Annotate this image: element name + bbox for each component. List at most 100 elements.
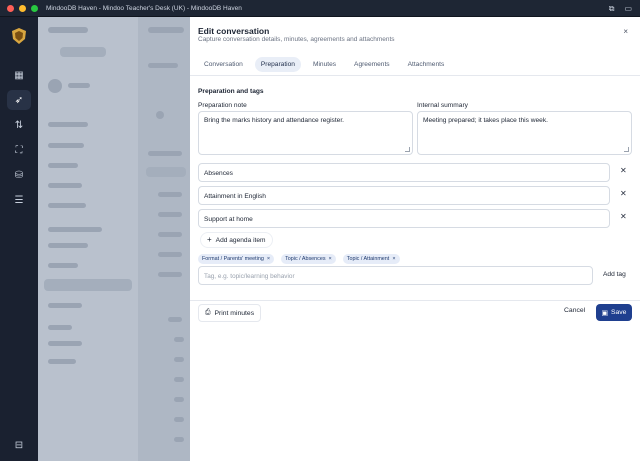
drawer-title: Edit conversation <box>198 26 270 36</box>
blur-block <box>158 232 182 237</box>
preparation-note-textarea[interactable]: Bring the marks history and attendance r… <box>198 111 413 155</box>
tag-chip: Topic / Attainment × <box>342 254 400 264</box>
footer-divider <box>190 300 640 301</box>
rail-item-database[interactable]: ⛁ <box>7 165 31 185</box>
blur-block <box>158 252 182 257</box>
tag-chip-label: Topic / Absences <box>285 256 326 262</box>
blur-block <box>158 212 182 217</box>
remove-tag-icon[interactable]: × <box>267 256 270 262</box>
rail-item-dashboard[interactable]: ▦ <box>7 65 31 85</box>
blur-block <box>148 63 178 68</box>
blur-block <box>48 325 72 330</box>
blur-block <box>48 359 76 364</box>
plus-icon: + <box>207 235 212 244</box>
remove-agenda-item-icon[interactable]: ✕ <box>620 189 627 199</box>
blur-block <box>174 357 184 362</box>
window-controls <box>7 4 38 12</box>
blur-block <box>146 167 186 177</box>
cancel-button[interactable]: Cancel <box>564 307 585 314</box>
save-label: Save <box>610 309 627 316</box>
internal-summary-label: Internal summary <box>417 102 468 109</box>
resize-handle-icon[interactable] <box>405 147 410 152</box>
print-minutes-label: Print minutes <box>214 309 255 317</box>
remove-tag-icon[interactable]: × <box>392 256 395 262</box>
sort-icon: ⇅ <box>14 119 24 131</box>
agenda-item-input[interactable]: Attainment in English <box>198 186 610 205</box>
print-minutes-button[interactable]: ⎙ Print minutes <box>198 304 262 322</box>
sliders-icon: ☰ <box>14 194 24 206</box>
blur-block <box>48 227 102 232</box>
database-icon: ⛁ <box>14 169 24 181</box>
rail-item-sort[interactable]: ⇅ <box>7 115 31 135</box>
agenda-item-input[interactable]: Absences <box>198 163 610 182</box>
blur-block <box>48 243 88 248</box>
blur-block <box>60 47 106 57</box>
scan-icon: ⛶ <box>15 144 23 156</box>
window-titlebar: MindooDB Haven - Mindoo Teacher's Desk (… <box>0 0 640 17</box>
app-logo-icon <box>12 28 26 44</box>
minimize-window-button[interactable] <box>19 4 26 12</box>
rail-item-launch[interactable]: ➶ <box>7 90 31 110</box>
blur-block <box>158 192 182 197</box>
blur-block <box>148 151 182 156</box>
add-agenda-item-label: Add agenda item <box>215 236 266 244</box>
internal-summary-textarea[interactable]: Meeting prepared; it takes place this we… <box>417 111 632 155</box>
close-icon[interactable]: × <box>623 27 628 37</box>
rail-item-collapse[interactable]: ⊟ <box>7 435 31 455</box>
tab-attachments[interactable]: Attachments <box>402 57 451 72</box>
blur-block <box>44 279 132 291</box>
panel-icon: ⊟ <box>14 439 24 451</box>
tab-preparation[interactable]: Preparation <box>254 57 301 72</box>
tag-list: Format / Parents' meeting × Topic / Abse… <box>198 254 400 264</box>
rocket-icon: ➶ <box>14 94 24 106</box>
blur-block <box>174 397 184 402</box>
window-title: MindooDB Haven - Mindoo Teacher's Desk (… <box>46 4 242 12</box>
blur-block <box>156 111 164 119</box>
save-icon: ▣ <box>601 309 608 317</box>
drawer-subtitle: Capture conversation details, minutes, a… <box>198 36 395 43</box>
blur-block <box>48 303 82 308</box>
blur-block <box>174 337 184 342</box>
tag-chip-label: Format / Parents' meeting <box>202 256 264 262</box>
resize-handle-icon[interactable] <box>624 147 629 152</box>
preparation-note-label: Preparation note <box>198 102 247 109</box>
blur-block <box>68 83 90 88</box>
blur-block <box>168 317 182 322</box>
tab-conversation[interactable]: Conversation <box>198 57 249 72</box>
remove-agenda-item-icon[interactable]: ✕ <box>620 212 627 222</box>
blur-block <box>48 203 86 208</box>
remove-tag-icon[interactable]: × <box>329 256 332 262</box>
tab-agreements[interactable]: Agreements <box>348 57 396 72</box>
blur-block <box>148 27 184 33</box>
blur-block <box>48 27 88 33</box>
blur-block <box>48 263 78 268</box>
nav-rail: ▦ ➶ ⇅ ⛶ ⛁ ☰ ⊟ <box>0 17 38 461</box>
blur-block <box>48 183 82 188</box>
add-agenda-item-button[interactable]: + Add agenda item <box>200 232 273 248</box>
zoom-window-button[interactable] <box>31 4 38 12</box>
save-button[interactable]: ▣ Save <box>596 304 632 321</box>
rail-item-scan[interactable]: ⛶ <box>7 140 31 160</box>
preparation-note-value: Bring the marks history and attendance r… <box>204 117 345 124</box>
tag-chip: Format / Parents' meeting × <box>198 254 275 264</box>
agenda-item-input[interactable]: Support at home <box>198 209 610 228</box>
section-title: Preparation and tags <box>198 88 264 95</box>
blur-block <box>48 122 88 127</box>
tag-input[interactable]: Tag, e.g. topic/learning behavior <box>198 266 593 285</box>
tabs-divider <box>190 75 640 76</box>
sidebar-toggle-icon[interactable]: ▭ <box>624 4 632 13</box>
blur-block <box>158 272 182 277</box>
background-app-overlay <box>38 17 190 461</box>
tag-chip: Topic / Absences × <box>281 254 336 264</box>
remove-agenda-item-icon[interactable]: ✕ <box>620 166 627 176</box>
drawer-tabs: Conversation Preparation Minutes Agreeme… <box>198 57 450 72</box>
blur-block <box>48 341 82 346</box>
edit-conversation-drawer: Edit conversation Capture conversation d… <box>190 17 640 461</box>
puzzle-icon[interactable]: ⧉ <box>609 4 615 13</box>
tab-minutes[interactable]: Minutes <box>307 57 342 72</box>
rail-item-settings[interactable]: ☰ <box>7 190 31 210</box>
blur-block <box>48 79 62 93</box>
printer-icon: ⎙ <box>205 309 211 316</box>
add-tag-button[interactable]: Add tag <box>599 266 630 285</box>
close-window-button[interactable] <box>7 4 14 12</box>
